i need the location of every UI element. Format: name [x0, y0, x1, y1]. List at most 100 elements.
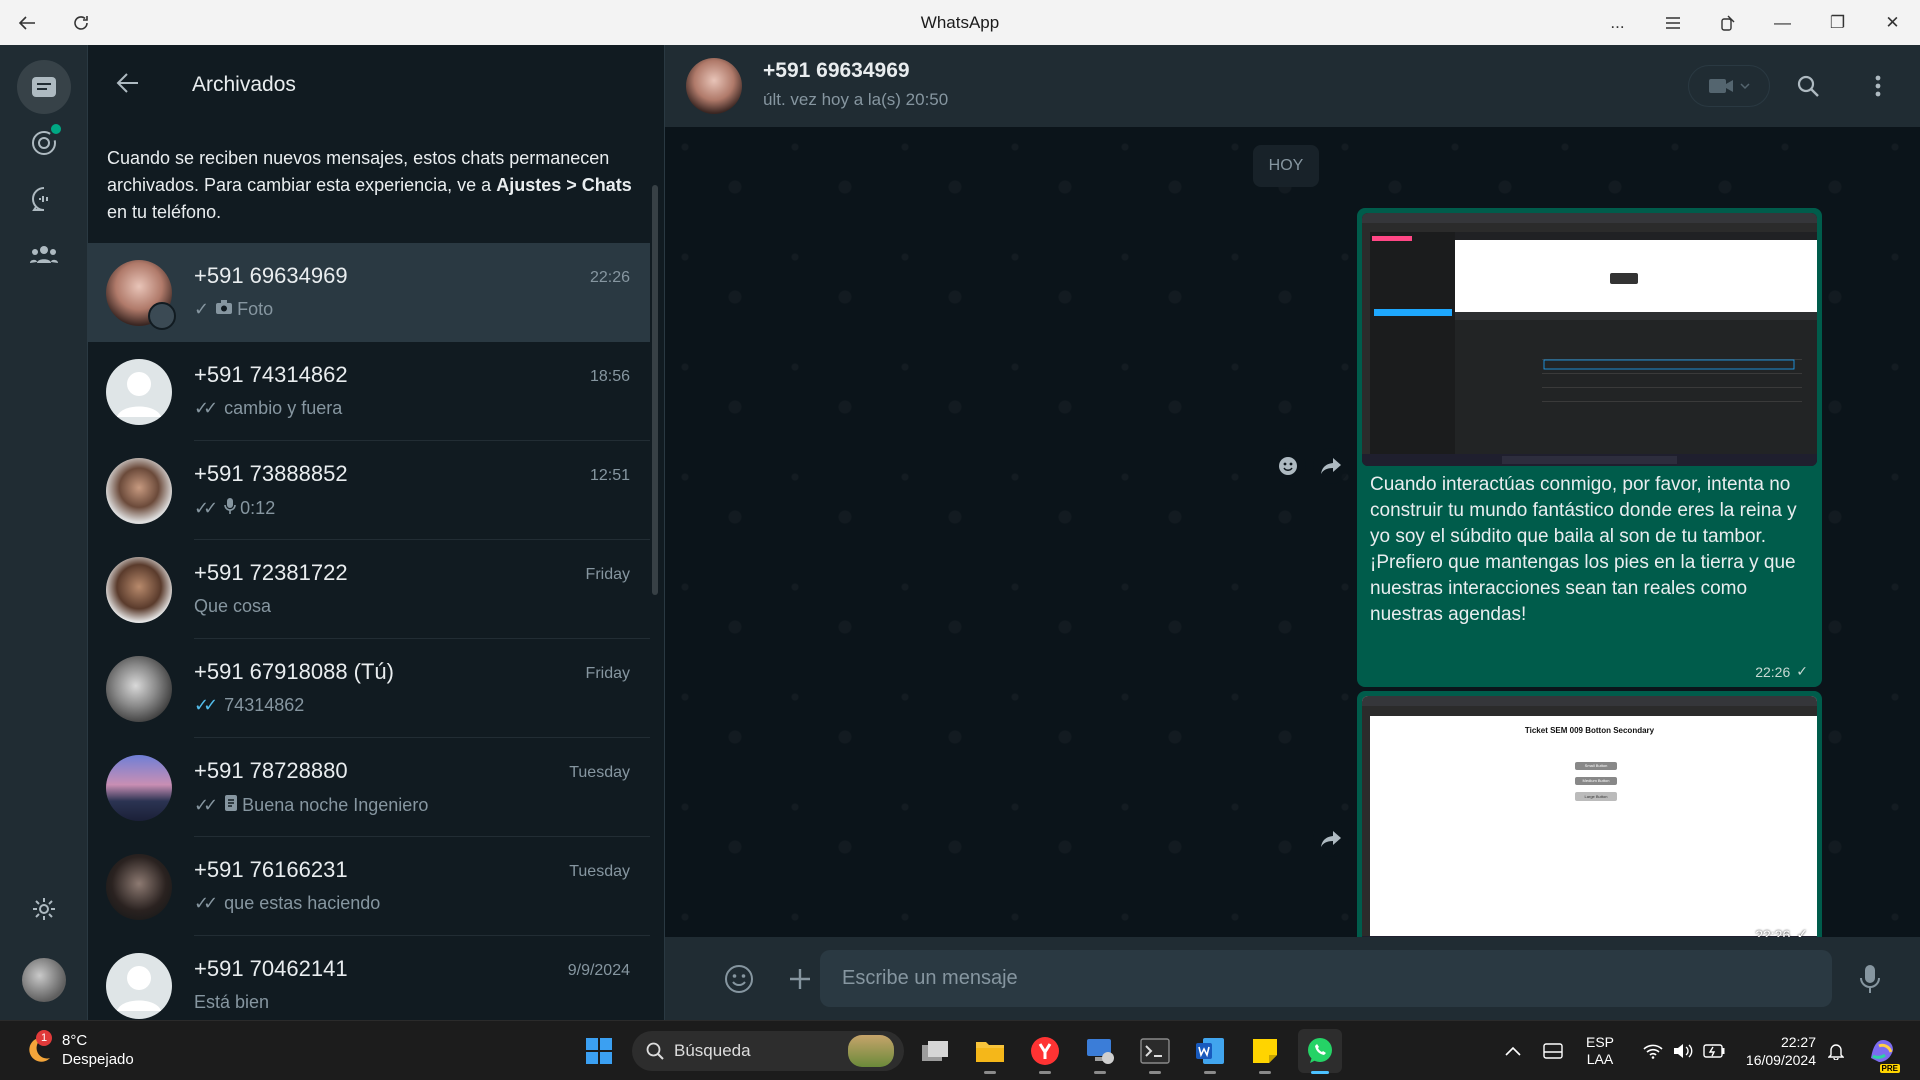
copilot-icon[interactable]: PRE: [1862, 1021, 1902, 1080]
chat-item[interactable]: +591 72381722 Friday Que cosa: [88, 540, 650, 639]
chat-time: 12:51: [589, 467, 630, 484]
menu-icon[interactable]: [1645, 0, 1700, 45]
file-explorer-icon[interactable]: [968, 1029, 1012, 1074]
more-options-icon[interactable]: [1857, 65, 1899, 107]
lang-top: ESP: [1585, 1034, 1614, 1050]
running-indicator: [984, 1071, 996, 1074]
maximize-button[interactable]: ❐: [1810, 0, 1865, 45]
forward-icon[interactable]: [1313, 821, 1349, 857]
chat-item[interactable]: +591 74314862 18:56 ✓✓ cambio y fuera: [88, 342, 650, 441]
chat-name: +591 67918088 (Tú): [194, 659, 394, 684]
double-check-icon: ✓✓: [194, 398, 218, 418]
mic-icon[interactable]: [1846, 955, 1894, 1003]
clock-time: 22:27: [1780, 1034, 1816, 1050]
message-input[interactable]: Escribe un mensaje: [820, 950, 1832, 1007]
taskbar-search[interactable]: Búsqueda: [632, 1031, 904, 1071]
emoji-icon[interactable]: [715, 955, 763, 1003]
chat-name: +591 78728880: [194, 758, 348, 783]
read-check-icon: ✓✓: [194, 695, 218, 715]
image-button-label: Large Button: [1584, 794, 1608, 799]
copilot-badge: PRE: [1879, 1064, 1900, 1073]
status-unread-dot: [51, 124, 61, 134]
close-button[interactable]: ✕: [1865, 0, 1920, 45]
yandex-browser-icon[interactable]: [1023, 1029, 1067, 1074]
chat-item[interactable]: +591 73888852 12:51 ✓✓ 0:12: [88, 441, 650, 540]
windows-start-icon[interactable]: [577, 1029, 621, 1073]
taskbar: 1 8°C Despejado Búsqueda ESP LAA 22:27 1…: [0, 1020, 1920, 1080]
wifi-icon: [1643, 1044, 1663, 1059]
message-area[interactable]: HOY Cuando interactúas conmigo, por favo…: [665, 127, 1920, 953]
chat-time: Tuesday: [569, 863, 630, 880]
last-seen: últ. vez hoy a la(s) 20:50: [763, 90, 949, 109]
chat-preview: que estas haciendo: [224, 893, 381, 913]
chat-item[interactable]: +591 78728880 Tuesday ✓✓ Buena noche Inge…: [88, 738, 650, 837]
chat-item[interactable]: +591 76166231 Tuesday ✓✓ que estas hacien…: [88, 837, 650, 936]
sticky-notes-icon[interactable]: [1243, 1029, 1287, 1074]
chat-name: +591 76166231: [194, 857, 348, 882]
contact-avatar: [106, 754, 172, 821]
weather-widget[interactable]: 1 8°C Despejado: [22, 1030, 134, 1069]
conversation-pane: +591 69634969 últ. vez hoy a la(s) 20:50…: [665, 45, 1920, 1020]
chat-preview: Foto: [237, 299, 274, 319]
chat-item[interactable]: +591 69634969 22:26 ✓ Foto: [88, 243, 650, 342]
language-indicator[interactable]: ESP LAA: [1580, 1021, 1620, 1080]
remote-desktop-icon[interactable]: [1078, 1029, 1122, 1074]
refresh-icon[interactable]: [54, 0, 108, 45]
weather-badge: 1: [36, 1030, 52, 1046]
keyboard-layout-icon[interactable]: [1538, 1021, 1568, 1080]
chat-preview: Que cosa: [194, 596, 272, 616]
archived-info-text: Cuando se reciben nuevos mensajes, estos…: [88, 125, 664, 241]
whatsapp-icon[interactable]: [1298, 1029, 1342, 1074]
search-icon: [646, 1042, 664, 1060]
contact-avatar: [106, 853, 172, 920]
chat-time: 22:26: [589, 269, 630, 286]
running-indicator: [1259, 1071, 1271, 1074]
channels-icon[interactable]: [17, 172, 71, 226]
clock-date: 16/09/2024: [1745, 1052, 1816, 1068]
system-tray[interactable]: [1634, 1021, 1734, 1080]
running-indicator: [1311, 1071, 1329, 1074]
chat-name: +591 69634969: [194, 263, 348, 288]
outgoing-message[interactable]: Ticket SEM 009 Botton Secondary Small Bu…: [1357, 691, 1822, 953]
message-time: 22:26: [1755, 663, 1791, 680]
message-image[interactable]: [1362, 213, 1817, 466]
navigation-rail: [0, 45, 88, 1020]
more-button[interactable]: ...: [1590, 0, 1645, 45]
emoji-react-icon[interactable]: [1270, 448, 1306, 484]
chat-list-scrollbar[interactable]: [652, 185, 658, 595]
bell-icon[interactable]: [1824, 1021, 1848, 1080]
word-icon[interactable]: [1188, 1029, 1232, 1074]
communities-icon[interactable]: [17, 228, 71, 282]
back-arrow-icon[interactable]: [116, 69, 176, 101]
image-button-label: Medium Button: [1582, 778, 1610, 783]
chat-item[interactable]: +591 67918088 (Tú) Friday ✓✓ 74314862: [88, 639, 650, 738]
attach-plus-icon[interactable]: [776, 955, 824, 1003]
video-icon: [1709, 79, 1733, 93]
contact-avatar[interactable]: [686, 58, 742, 114]
forward-icon[interactable]: [1313, 448, 1349, 484]
back-arrow-icon[interactable]: [0, 0, 54, 45]
panel-title: Archivados: [192, 73, 296, 96]
default-avatar-icon: [106, 952, 172, 1019]
settings-gear-icon[interactable]: [17, 882, 71, 936]
chat-name: +591 70462141: [194, 956, 348, 981]
volume-icon: [1674, 1044, 1693, 1058]
terminal-icon[interactable]: [1133, 1029, 1177, 1074]
camera-icon: [215, 299, 233, 320]
image-title: Ticket SEM 009 Botton Secondary: [1524, 726, 1655, 735]
weather-desc: Despejado: [62, 1051, 134, 1068]
message-image[interactable]: Ticket SEM 009 Botton Secondary Small Bu…: [1362, 696, 1817, 948]
chats-icon[interactable]: [17, 60, 71, 114]
search-icon[interactable]: [1787, 65, 1829, 107]
profile-avatar[interactable]: [22, 958, 66, 1002]
composer: Escribe un mensaje: [665, 937, 1920, 1020]
minimize-button[interactable]: —: [1755, 0, 1810, 45]
pin-icon[interactable]: [1700, 0, 1755, 45]
clock[interactable]: 22:27 16/09/2024: [1728, 1021, 1816, 1080]
outgoing-message[interactable]: Cuando interactúas conmigo, por favor, i…: [1357, 208, 1822, 687]
status-icon[interactable]: [17, 116, 71, 170]
video-call-button[interactable]: [1688, 65, 1770, 107]
task-view-icon[interactable]: [913, 1029, 957, 1073]
chevron-up-icon[interactable]: [1500, 1021, 1526, 1080]
conversation-header[interactable]: +591 69634969 últ. vez hoy a la(s) 20:50: [665, 45, 1920, 127]
